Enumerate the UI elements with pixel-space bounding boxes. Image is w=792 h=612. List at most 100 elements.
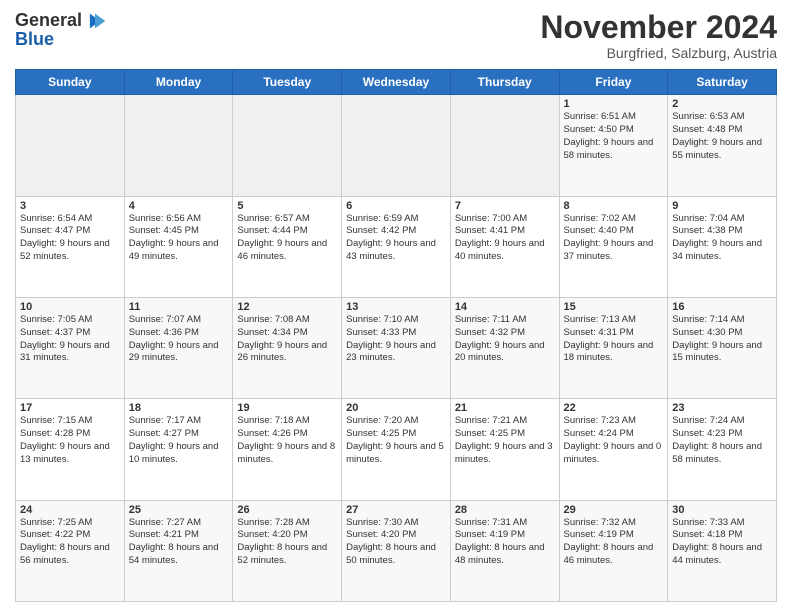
day-number: 26 bbox=[237, 504, 337, 516]
table-row: 26Sunrise: 7:28 AMSunset: 4:20 PMDayligh… bbox=[233, 500, 342, 601]
table-row: 13Sunrise: 7:10 AMSunset: 4:33 PMDayligh… bbox=[342, 297, 451, 398]
day-info: Sunrise: 7:15 AMSunset: 4:28 PMDaylight:… bbox=[20, 415, 120, 466]
table-row: 4Sunrise: 6:56 AMSunset: 4:45 PMDaylight… bbox=[124, 196, 233, 297]
table-row: 2Sunrise: 6:53 AMSunset: 4:48 PMDaylight… bbox=[668, 95, 777, 196]
calendar-week-row: 1Sunrise: 6:51 AMSunset: 4:50 PMDaylight… bbox=[16, 95, 777, 196]
day-info: Sunrise: 7:04 AMSunset: 4:38 PMDaylight:… bbox=[672, 213, 772, 264]
header-saturday: Saturday bbox=[668, 70, 777, 95]
day-number: 27 bbox=[346, 504, 446, 516]
day-info: Sunrise: 7:13 AMSunset: 4:31 PMDaylight:… bbox=[564, 314, 664, 365]
day-info: Sunrise: 7:07 AMSunset: 4:36 PMDaylight:… bbox=[129, 314, 229, 365]
day-info: Sunrise: 7:28 AMSunset: 4:20 PMDaylight:… bbox=[237, 517, 337, 568]
logo-icon bbox=[84, 10, 106, 32]
day-info: Sunrise: 7:10 AMSunset: 4:33 PMDaylight:… bbox=[346, 314, 446, 365]
day-number: 14 bbox=[455, 301, 555, 313]
day-info: Sunrise: 6:53 AMSunset: 4:48 PMDaylight:… bbox=[672, 111, 772, 162]
table-row: 20Sunrise: 7:20 AMSunset: 4:25 PMDayligh… bbox=[342, 399, 451, 500]
month-title: November 2024 bbox=[540, 10, 777, 45]
day-info: Sunrise: 6:56 AMSunset: 4:45 PMDaylight:… bbox=[129, 213, 229, 264]
table-row bbox=[16, 95, 125, 196]
table-row: 11Sunrise: 7:07 AMSunset: 4:36 PMDayligh… bbox=[124, 297, 233, 398]
table-row bbox=[450, 95, 559, 196]
header-sunday: Sunday bbox=[16, 70, 125, 95]
table-row: 28Sunrise: 7:31 AMSunset: 4:19 PMDayligh… bbox=[450, 500, 559, 601]
table-row: 3Sunrise: 6:54 AMSunset: 4:47 PMDaylight… bbox=[16, 196, 125, 297]
logo-text-line1: General bbox=[15, 11, 82, 31]
header: General Blue November 2024 Burgfried, Sa… bbox=[15, 10, 777, 61]
table-row: 21Sunrise: 7:21 AMSunset: 4:25 PMDayligh… bbox=[450, 399, 559, 500]
day-number: 16 bbox=[672, 301, 772, 313]
day-number: 13 bbox=[346, 301, 446, 313]
day-info: Sunrise: 7:33 AMSunset: 4:18 PMDaylight:… bbox=[672, 517, 772, 568]
page: General Blue November 2024 Burgfried, Sa… bbox=[0, 0, 792, 612]
day-number: 22 bbox=[564, 402, 664, 414]
day-number: 30 bbox=[672, 504, 772, 516]
day-number: 21 bbox=[455, 402, 555, 414]
day-info: Sunrise: 7:23 AMSunset: 4:24 PMDaylight:… bbox=[564, 415, 664, 466]
day-info: Sunrise: 7:02 AMSunset: 4:40 PMDaylight:… bbox=[564, 213, 664, 264]
day-number: 6 bbox=[346, 200, 446, 212]
day-number: 1 bbox=[564, 98, 664, 110]
day-info: Sunrise: 6:51 AMSunset: 4:50 PMDaylight:… bbox=[564, 111, 664, 162]
table-row: 12Sunrise: 7:08 AMSunset: 4:34 PMDayligh… bbox=[233, 297, 342, 398]
table-row: 25Sunrise: 7:27 AMSunset: 4:21 PMDayligh… bbox=[124, 500, 233, 601]
logo-text-line2: Blue bbox=[15, 30, 54, 50]
table-row: 27Sunrise: 7:30 AMSunset: 4:20 PMDayligh… bbox=[342, 500, 451, 601]
day-info: Sunrise: 7:11 AMSunset: 4:32 PMDaylight:… bbox=[455, 314, 555, 365]
day-info: Sunrise: 7:32 AMSunset: 4:19 PMDaylight:… bbox=[564, 517, 664, 568]
table-row: 5Sunrise: 6:57 AMSunset: 4:44 PMDaylight… bbox=[233, 196, 342, 297]
header-friday: Friday bbox=[559, 70, 668, 95]
table-row: 30Sunrise: 7:33 AMSunset: 4:18 PMDayligh… bbox=[668, 500, 777, 601]
day-number: 7 bbox=[455, 200, 555, 212]
day-info: Sunrise: 7:17 AMSunset: 4:27 PMDaylight:… bbox=[129, 415, 229, 466]
table-row: 10Sunrise: 7:05 AMSunset: 4:37 PMDayligh… bbox=[16, 297, 125, 398]
day-number: 17 bbox=[20, 402, 120, 414]
calendar-week-row: 3Sunrise: 6:54 AMSunset: 4:47 PMDaylight… bbox=[16, 196, 777, 297]
day-number: 8 bbox=[564, 200, 664, 212]
day-number: 23 bbox=[672, 402, 772, 414]
day-number: 24 bbox=[20, 504, 120, 516]
day-number: 18 bbox=[129, 402, 229, 414]
day-info: Sunrise: 7:05 AMSunset: 4:37 PMDaylight:… bbox=[20, 314, 120, 365]
table-row: 8Sunrise: 7:02 AMSunset: 4:40 PMDaylight… bbox=[559, 196, 668, 297]
day-number: 12 bbox=[237, 301, 337, 313]
table-row: 29Sunrise: 7:32 AMSunset: 4:19 PMDayligh… bbox=[559, 500, 668, 601]
day-number: 20 bbox=[346, 402, 446, 414]
table-row: 15Sunrise: 7:13 AMSunset: 4:31 PMDayligh… bbox=[559, 297, 668, 398]
day-info: Sunrise: 7:27 AMSunset: 4:21 PMDaylight:… bbox=[129, 517, 229, 568]
day-number: 19 bbox=[237, 402, 337, 414]
table-row: 18Sunrise: 7:17 AMSunset: 4:27 PMDayligh… bbox=[124, 399, 233, 500]
day-info: Sunrise: 6:59 AMSunset: 4:42 PMDaylight:… bbox=[346, 213, 446, 264]
header-tuesday: Tuesday bbox=[233, 70, 342, 95]
day-number: 2 bbox=[672, 98, 772, 110]
day-info: Sunrise: 6:57 AMSunset: 4:44 PMDaylight:… bbox=[237, 213, 337, 264]
header-thursday: Thursday bbox=[450, 70, 559, 95]
calendar-header-row: Sunday Monday Tuesday Wednesday Thursday… bbox=[16, 70, 777, 95]
day-info: Sunrise: 6:54 AMSunset: 4:47 PMDaylight:… bbox=[20, 213, 120, 264]
table-row: 24Sunrise: 7:25 AMSunset: 4:22 PMDayligh… bbox=[16, 500, 125, 601]
day-info: Sunrise: 7:18 AMSunset: 4:26 PMDaylight:… bbox=[237, 415, 337, 466]
table-row: 1Sunrise: 6:51 AMSunset: 4:50 PMDaylight… bbox=[559, 95, 668, 196]
day-info: Sunrise: 7:08 AMSunset: 4:34 PMDaylight:… bbox=[237, 314, 337, 365]
day-info: Sunrise: 7:25 AMSunset: 4:22 PMDaylight:… bbox=[20, 517, 120, 568]
table-row: 23Sunrise: 7:24 AMSunset: 4:23 PMDayligh… bbox=[668, 399, 777, 500]
day-number: 15 bbox=[564, 301, 664, 313]
title-block: November 2024 Burgfried, Salzburg, Austr… bbox=[540, 10, 777, 61]
table-row: 6Sunrise: 6:59 AMSunset: 4:42 PMDaylight… bbox=[342, 196, 451, 297]
logo: General Blue bbox=[15, 10, 106, 50]
table-row bbox=[233, 95, 342, 196]
day-info: Sunrise: 7:24 AMSunset: 4:23 PMDaylight:… bbox=[672, 415, 772, 466]
table-row: 22Sunrise: 7:23 AMSunset: 4:24 PMDayligh… bbox=[559, 399, 668, 500]
table-row: 14Sunrise: 7:11 AMSunset: 4:32 PMDayligh… bbox=[450, 297, 559, 398]
day-number: 10 bbox=[20, 301, 120, 313]
day-number: 9 bbox=[672, 200, 772, 212]
calendar-week-row: 17Sunrise: 7:15 AMSunset: 4:28 PMDayligh… bbox=[16, 399, 777, 500]
table-row: 7Sunrise: 7:00 AMSunset: 4:41 PMDaylight… bbox=[450, 196, 559, 297]
day-number: 25 bbox=[129, 504, 229, 516]
table-row: 16Sunrise: 7:14 AMSunset: 4:30 PMDayligh… bbox=[668, 297, 777, 398]
day-info: Sunrise: 7:30 AMSunset: 4:20 PMDaylight:… bbox=[346, 517, 446, 568]
day-info: Sunrise: 7:31 AMSunset: 4:19 PMDaylight:… bbox=[455, 517, 555, 568]
calendar-table: Sunday Monday Tuesday Wednesday Thursday… bbox=[15, 69, 777, 602]
table-row bbox=[124, 95, 233, 196]
day-number: 11 bbox=[129, 301, 229, 313]
